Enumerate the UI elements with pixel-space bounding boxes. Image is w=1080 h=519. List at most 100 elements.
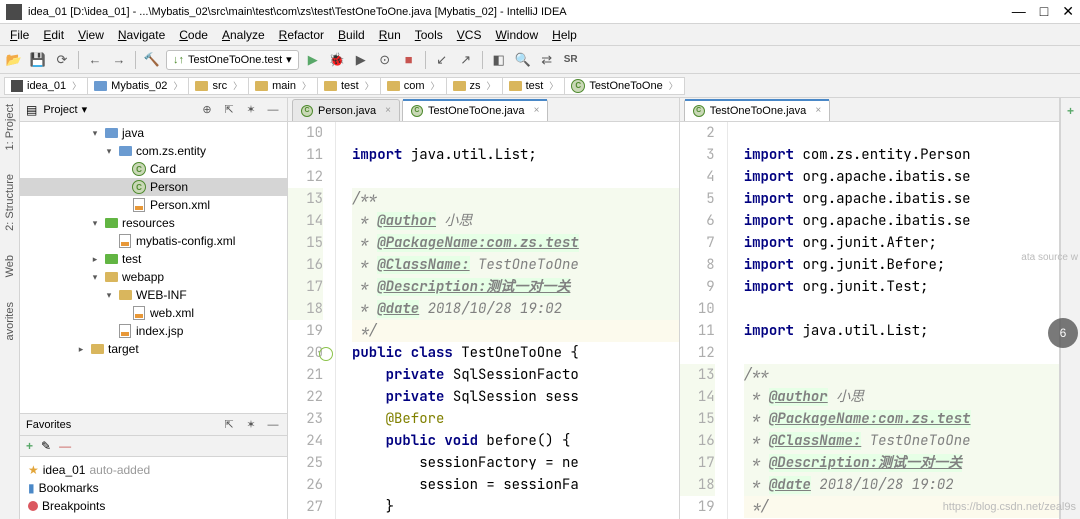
remove-icon[interactable]: —	[59, 439, 71, 453]
tree-node[interactable]: ▸target	[20, 340, 287, 358]
hide-icon[interactable]: —	[265, 417, 281, 433]
menu-tools[interactable]: Tools	[409, 26, 449, 44]
gear-icon[interactable]: ✶	[243, 102, 259, 118]
close-icon[interactable]: ×	[815, 105, 821, 116]
tool-tab-project[interactable]: 1: Project	[4, 104, 16, 150]
stop-icon[interactable]: ■	[399, 50, 419, 70]
favorite-item[interactable]: ▮Bookmarks	[24, 479, 283, 497]
favorite-item[interactable]: Breakpoints	[24, 497, 283, 515]
tree-node[interactable]: mybatis-config.xml	[20, 232, 287, 250]
menu-edit[interactable]: Edit	[37, 26, 70, 44]
save-icon[interactable]: 💾	[28, 50, 48, 70]
sync-icon[interactable]: ⟳	[52, 50, 72, 70]
window-title: idea_01 [D:\idea_01] - ...\Mybatis_02\sr…	[28, 6, 1012, 18]
tree-node[interactable]: index.jsp	[20, 322, 287, 340]
project-view-icon: ▤	[26, 103, 37, 117]
menu-build[interactable]: Build	[332, 26, 371, 44]
gear-icon[interactable]: ✶	[243, 417, 259, 433]
tree-node[interactable]: ▾java	[20, 124, 287, 142]
chevron-down-icon: ▾	[286, 53, 292, 66]
run-config-label: TestOneToOne.test	[188, 54, 282, 66]
open-icon[interactable]: 📂	[4, 50, 24, 70]
app-icon	[6, 4, 22, 20]
sr-icon[interactable]: SR	[561, 50, 581, 70]
redo-icon[interactable]: →	[109, 50, 129, 70]
target-icon[interactable]: ⊕	[199, 102, 215, 118]
breadcrumb-item[interactable]: idea_01〉	[4, 77, 87, 95]
menu-navigate[interactable]: Navigate	[112, 26, 171, 44]
coverage-icon[interactable]: ▶	[351, 50, 371, 70]
tree-node[interactable]: web.xml	[20, 304, 287, 322]
menu-file[interactable]: File	[4, 26, 35, 44]
chevron-down-icon[interactable]: ▾	[82, 103, 88, 116]
breadcrumb-item[interactable]: com〉	[380, 77, 446, 95]
settings-icon[interactable]: ⇄	[537, 50, 557, 70]
favorites-panel: Favorites ⇱ ✶ — + ✎ — ★idea_01 auto-adde…	[20, 413, 287, 519]
menu-refactor[interactable]: Refactor	[273, 26, 330, 44]
breadcrumb-item[interactable]: src〉	[188, 77, 248, 95]
tree-node[interactable]: ▾webapp	[20, 268, 287, 286]
undo-icon[interactable]: ←	[85, 50, 105, 70]
minimize-button[interactable]: —	[1012, 3, 1026, 20]
run-icon[interactable]: ▶	[303, 50, 323, 70]
favorite-item[interactable]: ★idea_01 auto-added	[24, 461, 283, 479]
watermark: https://blog.csdn.net/zeal9s	[943, 501, 1076, 513]
breadcrumb-item[interactable]: test〉	[317, 77, 380, 95]
project-tree[interactable]: ▾java▾com.zs.entityCCardCPersonPerson.xm…	[20, 122, 287, 413]
menu-help[interactable]: Help	[546, 26, 583, 44]
breadcrumb-item[interactable]: Mybatis_02〉	[87, 77, 188, 95]
tree-node[interactable]: Person.xml	[20, 196, 287, 214]
breadcrumb-item[interactable]: main〉	[248, 77, 317, 95]
editor-right-source[interactable]: import com.zs.entity.Personimport org.ap…	[728, 122, 1059, 519]
add-icon[interactable]: +	[1061, 98, 1080, 118]
vcs-update-icon[interactable]: ↙	[432, 50, 452, 70]
project-panel-title: Project	[43, 104, 77, 116]
editor-left-source[interactable]: import java.util.List; /** * @author 小思 …	[336, 122, 679, 519]
search-icon[interactable]: 🔍	[513, 50, 533, 70]
close-icon[interactable]: ×	[385, 105, 391, 116]
tool-tab-structure[interactable]: 2: Structure	[4, 174, 16, 231]
maximize-button[interactable]: □	[1040, 3, 1048, 20]
run-config-combo[interactable]: ↓↑ TestOneToOne.test ▾	[166, 50, 299, 70]
breadcrumb-item[interactable]: CTestOneToOne〉	[564, 77, 684, 95]
editor-left-gutter: 101112131415161718192021222324252627	[288, 122, 336, 519]
menu-run[interactable]: Run	[373, 26, 407, 44]
breadcrumb-item[interactable]: test〉	[502, 77, 565, 95]
edit-icon[interactable]: ✎	[41, 439, 51, 453]
tree-node[interactable]: ▾WEB-INF	[20, 286, 287, 304]
editor-area: CPerson.java×CTestOneToOne.java× 1011121…	[288, 98, 1060, 519]
menu-vcs[interactable]: VCS	[451, 26, 488, 44]
tree-node[interactable]: ▸test	[20, 250, 287, 268]
tree-node[interactable]: ▾resources	[20, 214, 287, 232]
menu-analyze[interactable]: Analyze	[216, 26, 271, 44]
add-icon[interactable]: +	[26, 439, 33, 453]
close-icon[interactable]: ×	[534, 105, 540, 116]
collapse-icon[interactable]: ⇱	[221, 102, 237, 118]
menu-view[interactable]: View	[72, 26, 110, 44]
vcs-commit-icon[interactable]: ↗	[456, 50, 476, 70]
tool-tab-avorites[interactable]: avorites	[4, 302, 16, 341]
build-icon[interactable]: 🔨	[142, 50, 162, 70]
structure-icon[interactable]: ◧	[489, 50, 509, 70]
debug-icon[interactable]: 🐞	[327, 50, 347, 70]
tree-node[interactable]: CCard	[20, 160, 287, 178]
close-button[interactable]: ✕	[1062, 3, 1074, 20]
editor-tab[interactable]: CPerson.java×	[292, 99, 400, 121]
editor-tab[interactable]: CTestOneToOne.java×	[684, 99, 830, 121]
toolbar: 📂 💾 ⟳ ← → 🔨 ↓↑ TestOneToOne.test ▾ ▶ 🐞 ▶…	[0, 46, 1080, 74]
project-panel-header: ▤ Project ▾ ⊕ ⇱ ✶ —	[20, 98, 287, 122]
tree-node[interactable]: CPerson	[20, 178, 287, 196]
menu-code[interactable]: Code	[173, 26, 214, 44]
breadcrumb-item[interactable]: zs〉	[446, 77, 502, 95]
menu-window[interactable]: Window	[489, 26, 544, 44]
tool-tab-web[interactable]: Web	[4, 255, 16, 277]
hide-icon[interactable]: —	[265, 102, 281, 118]
favorites-header: Favorites ⇱ ✶ —	[20, 414, 287, 436]
editor-right: CTestOneToOne.java× 23456789101112131415…	[680, 98, 1060, 519]
editor-tab[interactable]: CTestOneToOne.java×	[402, 99, 548, 121]
collapse-icon[interactable]: ⇱	[221, 417, 237, 433]
editor-left-tabs: CPerson.java×CTestOneToOne.java×	[288, 98, 679, 122]
notification-badge[interactable]: 6	[1048, 318, 1078, 348]
profile-icon[interactable]: ⊙	[375, 50, 395, 70]
tree-node[interactable]: ▾com.zs.entity	[20, 142, 287, 160]
